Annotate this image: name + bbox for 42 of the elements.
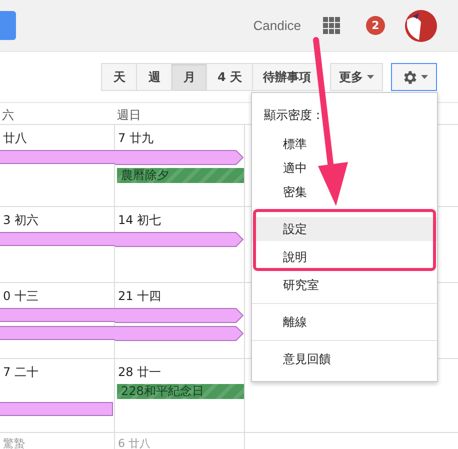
- event-bar[interactable]: [115, 232, 245, 247]
- date-label[interactable]: 廿八: [3, 131, 27, 145]
- view-tab[interactable]: 天: [101, 63, 138, 91]
- apps-grid-icon[interactable]: [323, 17, 340, 34]
- weekday-header: 週日: [117, 107, 141, 124]
- event-bar[interactable]: [0, 232, 115, 246]
- menu-header: 顯示密度：: [264, 108, 324, 122]
- menu-item[interactable]: 適中: [252, 156, 437, 180]
- event-bar[interactable]: [115, 150, 245, 165]
- weekday-header: 六: [2, 107, 14, 124]
- event-bar[interactable]: [0, 308, 115, 322]
- menu-item[interactable]: 設定: [252, 217, 437, 241]
- event-bar[interactable]: [0, 150, 115, 164]
- user-name[interactable]: Candice: [253, 18, 301, 33]
- settings-button[interactable]: [391, 63, 437, 91]
- date-label[interactable]: 3 初六: [3, 213, 38, 227]
- menu-item[interactable]: 離線: [252, 310, 437, 334]
- date-label[interactable]: 14 初七: [118, 213, 162, 227]
- event-bar[interactable]: [115, 326, 245, 341]
- menu-item[interactable]: 密集: [252, 180, 437, 204]
- event-bar[interactable]: [0, 326, 115, 340]
- date-label[interactable]: 0 十三: [3, 289, 38, 303]
- view-tab[interactable]: 週: [136, 63, 172, 91]
- caret-icon: [420, 75, 428, 79]
- calendar-event[interactable]: 228和平紀念日: [117, 384, 244, 399]
- menu-item[interactable]: 標準: [252, 132, 437, 156]
- menu-item[interactable]: 說明: [252, 245, 437, 269]
- calendar-event[interactable]: 農曆除夕: [117, 168, 244, 183]
- view-tab[interactable]: 待辦事項: [252, 63, 322, 91]
- event-bar[interactable]: [115, 308, 245, 323]
- notification-badge[interactable]: 2: [366, 16, 385, 35]
- date-label[interactable]: 21 十四: [118, 289, 162, 303]
- view-tab[interactable]: 月: [171, 63, 208, 91]
- date-label[interactable]: 7 二十: [3, 365, 38, 379]
- menu-item[interactable]: 研究室: [252, 273, 437, 297]
- more-button[interactable]: 更多: [330, 63, 383, 91]
- view-tab[interactable]: 4 天: [206, 63, 253, 91]
- date-label[interactable]: 28 廿一: [118, 365, 162, 379]
- menu-item[interactable]: 意見回饋: [252, 347, 437, 371]
- caret-icon: [367, 75, 374, 79]
- event-bar[interactable]: [0, 402, 113, 416]
- date-label[interactable]: 7 廿九: [118, 131, 154, 145]
